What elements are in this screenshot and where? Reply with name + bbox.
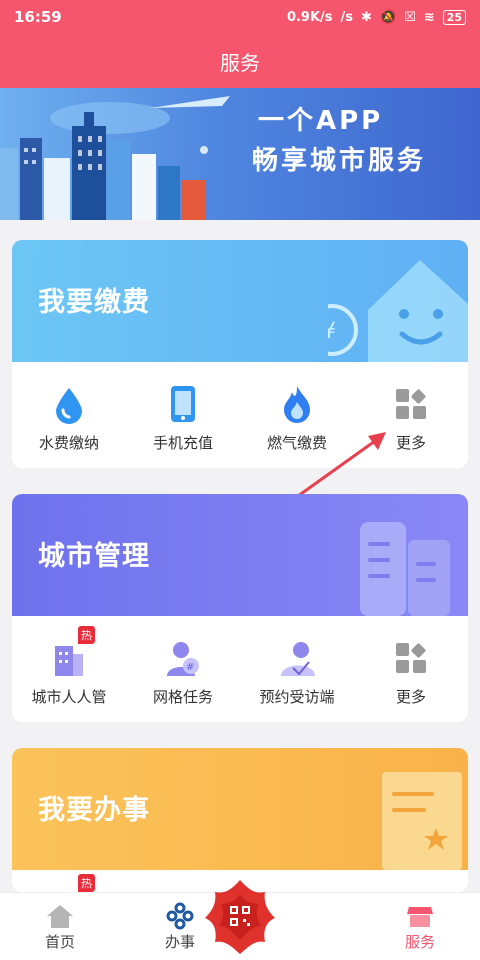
grid-user-icon: # [163, 638, 203, 678]
water-drop-icon [49, 384, 89, 424]
service-phone-recharge[interactable]: 手机充值 [126, 362, 240, 468]
service-label: 更多 [395, 688, 426, 706]
city-management-card: 城市管理 热 城市人人管 # 网格任务 预约受访端 更多 [12, 494, 468, 722]
house-smile-illustration: ¥ [328, 260, 468, 362]
bluetooth-icon: ✱ [361, 9, 372, 25]
affairs-card-title: 我要办事 [38, 795, 150, 826]
shop-icon [405, 901, 435, 931]
city-management-card-title: 城市管理 [38, 541, 150, 572]
visitor-icon [277, 638, 317, 678]
service-label: 预约受访端 [259, 688, 335, 706]
buildings-illustration [360, 522, 450, 616]
service-label: 网格任务 [152, 688, 213, 706]
home-icon [45, 901, 75, 931]
banner-headline: 一个APP [258, 106, 384, 136]
service-label: 更多 [395, 434, 426, 452]
hot-badge: 热 [78, 626, 95, 644]
city-management-card-header[interactable]: 城市管理 [12, 494, 468, 616]
service-more[interactable]: 更多 [354, 616, 468, 722]
status-bar: 16:59 0.9K/s/s ✱ 🔕 ☒ ≋ 25 [0, 0, 480, 34]
svg-text:#: # [186, 662, 194, 673]
promo-banner[interactable]: 一个APP 畅享城市服务 [0, 88, 480, 220]
certificate-illustration [382, 772, 462, 870]
service-label: 水费缴纳 [38, 434, 99, 452]
service-visitor-booking[interactable]: 预约受访端 [240, 616, 354, 722]
status-time: 16:59 [14, 8, 62, 26]
service-water-bill[interactable]: 水费缴纳 [12, 362, 126, 468]
grid-more-icon [391, 638, 431, 678]
building-icon [49, 638, 89, 678]
affairs-card-header[interactable]: 我要办事 [12, 748, 468, 870]
tab-label: 办事 [164, 933, 195, 951]
city-management-services: 热 城市人人管 # 网格任务 预约受访端 更多 [12, 616, 468, 722]
hot-badge: 热 [78, 874, 95, 892]
knot-icon [165, 901, 195, 931]
banner-subheadline: 畅享城市服务 [252, 146, 427, 176]
network-speed: 0.9K/s [286, 9, 333, 25]
payment-card-title: 我要缴费 [38, 287, 150, 318]
page-title: 服务 [220, 50, 260, 75]
tab-services[interactable]: 服务 [360, 893, 480, 960]
service-city-manage[interactable]: 热 城市人人管 [12, 616, 126, 722]
service-label: 手机充值 [152, 434, 213, 452]
mute-icon: 🔕 [379, 9, 397, 25]
battery-indicator: 25 [442, 9, 466, 25]
service-label: 城市人人管 [31, 688, 107, 706]
qr-scan-icon [205, 880, 275, 954]
scan-center-button[interactable] [203, 876, 277, 956]
svg-text:¥: ¥ [328, 319, 336, 344]
wifi-icon: ≋ [423, 9, 435, 25]
grid-more-icon [391, 384, 431, 424]
page-header: 服务 [0, 34, 480, 88]
phone-icon [163, 384, 203, 424]
sim-icon: ☒ [404, 9, 416, 25]
affairs-card: 我要办事 热 [12, 748, 468, 892]
status-icons: 0.9K/s/s ✱ 🔕 ☒ ≋ 25 [286, 9, 466, 25]
service-grid-task[interactable]: # 网格任务 [126, 616, 240, 722]
tab-label: 服务 [404, 933, 435, 951]
tab-label: 首页 [44, 933, 75, 951]
flame-icon [277, 384, 317, 424]
tab-home[interactable]: 首页 [0, 893, 120, 960]
payment-card-header[interactable]: 我要缴费 ¥ [12, 240, 468, 362]
